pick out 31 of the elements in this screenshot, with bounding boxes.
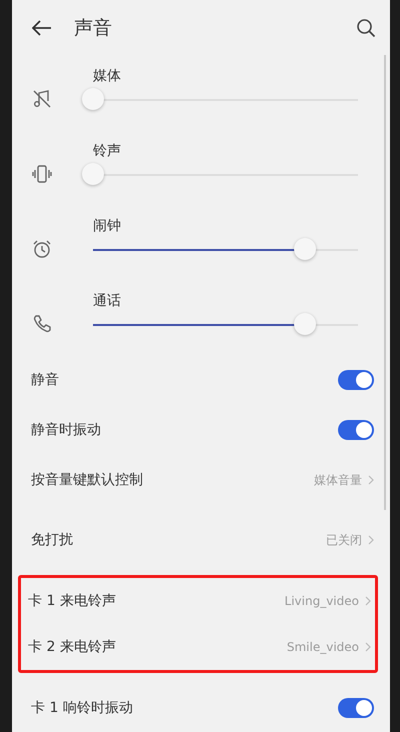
- chevron-icon: [368, 535, 374, 545]
- vibrate-icon: [32, 164, 52, 184]
- search-icon[interactable]: [356, 18, 376, 38]
- slider-label: 媒体: [93, 67, 122, 85]
- phone-icon: [32, 314, 52, 334]
- back-icon[interactable]: [32, 20, 52, 36]
- chevron-icon: [365, 642, 371, 652]
- setting-label: 卡 2 来电铃声: [28, 638, 117, 656]
- volume-slider[interactable]: [82, 89, 358, 111]
- setting-value: Smile_video: [286, 640, 359, 654]
- slider-label: 铃声: [93, 142, 122, 160]
- setting-value: Living_video: [284, 594, 359, 608]
- setting-value: 媒体音量: [314, 472, 362, 488]
- muted-music-icon: [32, 88, 52, 108]
- setting-label: 卡 1 来电铃声: [28, 592, 117, 610]
- setting-value: 已关闭: [326, 532, 362, 548]
- toggle-switch[interactable]: [338, 420, 374, 440]
- setting-label: 免打扰: [31, 531, 74, 549]
- chevron-icon: [368, 475, 374, 485]
- toggle-switch[interactable]: [338, 698, 374, 718]
- volume-slider[interactable]: [82, 164, 358, 186]
- slider-label: 闹钟: [93, 217, 122, 235]
- toggle-switch[interactable]: [338, 370, 374, 390]
- chevron-icon: [365, 596, 371, 606]
- slider-label: 通话: [93, 292, 122, 310]
- setting-label: 卡 1 响铃时振动: [31, 699, 134, 717]
- alarm-clock-icon: [32, 238, 52, 258]
- setting-label: 静音时振动: [31, 421, 102, 439]
- setting-label: 按音量键默认控制: [31, 471, 144, 489]
- setting-label: 静音: [31, 371, 60, 389]
- page-title: 声音: [74, 16, 113, 40]
